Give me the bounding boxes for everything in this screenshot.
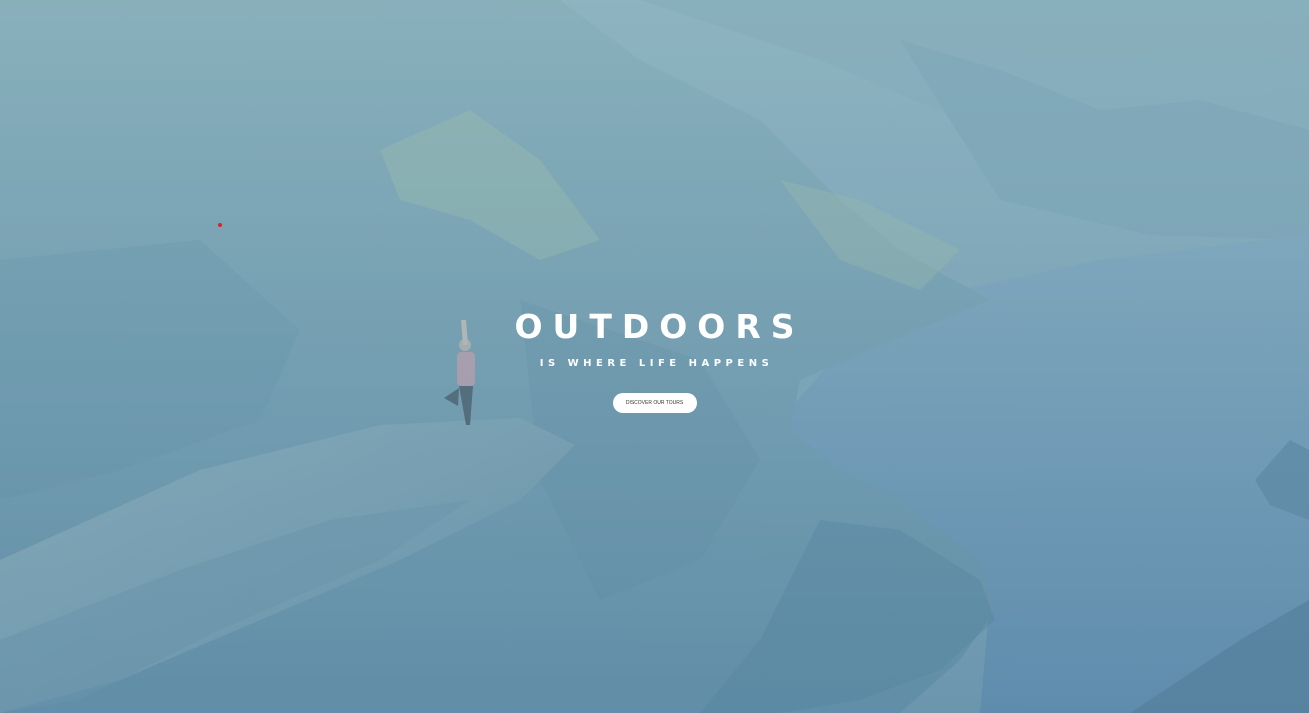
hero-section: OUTDOORS IS WHERE LIFE HAPPENS DISCOVER …	[0, 0, 1309, 713]
discover-tours-button[interactable]: DISCOVER OUR TOURS	[612, 393, 697, 413]
pointer-dot	[218, 223, 222, 227]
hero-title: OUTDOORS	[514, 307, 805, 346]
hero-subtitle: IS WHERE LIFE HAPPENS	[539, 358, 774, 369]
hero-content: OUTDOORS IS WHERE LIFE HAPPENS DISCOVER …	[0, 305, 1309, 413]
